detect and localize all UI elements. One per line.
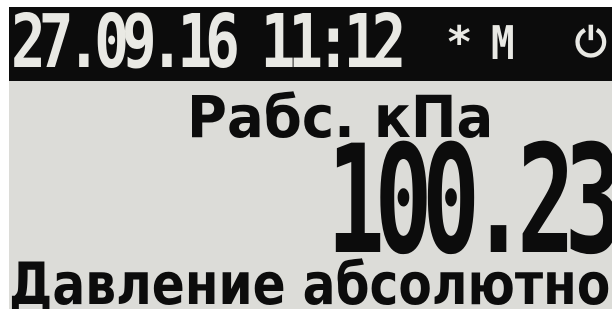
device-screen-frame: 27.09.16 11:12 * M ⏻ Рабс. кПа 100.235 Д… xyxy=(0,0,612,309)
lcd-display: 27.09.16 11:12 * M ⏻ Рабс. кПа 100.235 Д… xyxy=(9,7,612,309)
power-icon: ⏻ xyxy=(575,20,607,66)
status-bar: 27.09.16 11:12 * M ⏻ xyxy=(9,7,612,81)
star-indicator-icon: * xyxy=(446,17,473,68)
date-time: 27.09.16 11:12 xyxy=(11,7,406,81)
mode-indicator: M xyxy=(491,16,515,70)
parameter-name: Давление абсолютное xyxy=(9,250,612,309)
